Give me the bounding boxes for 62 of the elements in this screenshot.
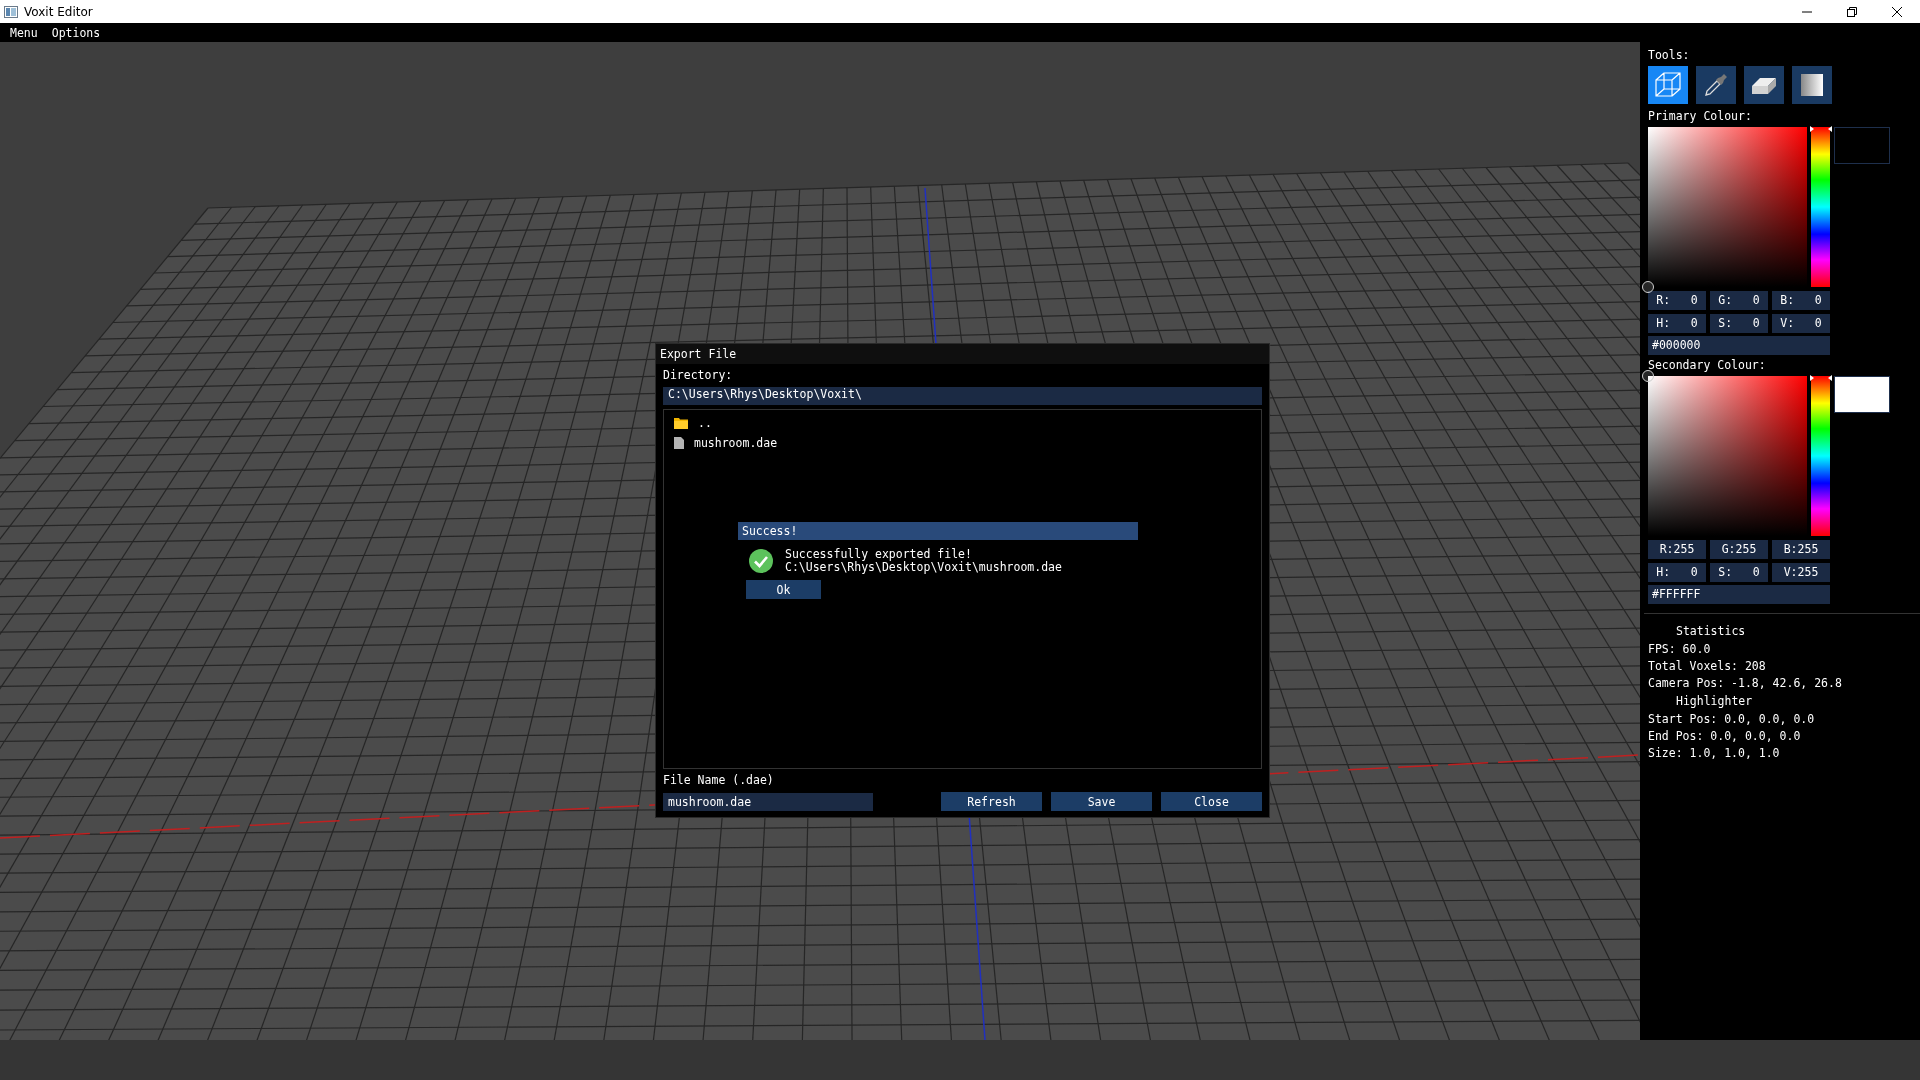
colour-label: Primary Colour: bbox=[1648, 109, 1753, 124]
menu-item[interactable]: Menu bbox=[10, 25, 38, 40]
file-entry[interactable]: mushroom.dae bbox=[670, 434, 1255, 451]
restore-icon[interactable] bbox=[1847, 6, 1857, 17]
directory-field[interactable]: C:\Users\Rhys\Desktop\Voxit\ bbox=[663, 387, 1262, 405]
channel-field[interactable]: S: 0 bbox=[1710, 563, 1768, 582]
3d-viewport[interactable]: Export File Directory: C:\Users\Rhys\Desktop\Voxit\ .. mushroom.dae Success! Successfully exported file! C:\Users\Rhys\Desktop\Voxit\mushroom.dae Ok File Name (.dae) mushroom.dae Refresh Save Close bbox=[0, 42, 1640, 1040]
hue-marker[interactable] bbox=[1810, 375, 1832, 381]
channel-field[interactable]: V: 0 bbox=[1772, 314, 1830, 333]
stat-line: Camera Pos: -1.8, 42.6, 26.8 bbox=[1648, 676, 1843, 690]
channel-field[interactable]: B: 0 bbox=[1772, 291, 1830, 310]
popup-title: Success! bbox=[738, 522, 1138, 540]
stat-line: Start Pos: 0.0, 0.0, 0.0 bbox=[1648, 712, 1816, 726]
channel-field[interactable]: H: 0 bbox=[1648, 314, 1706, 333]
file-name-field[interactable]: mushroom.dae bbox=[663, 792, 873, 811]
tools-label: Tools: bbox=[1648, 48, 1691, 63]
section-title: Highlighter bbox=[1675, 693, 1754, 709]
stat-line: Size: 1.0, 1.0, 1.0 bbox=[1648, 746, 1781, 760]
channel-field[interactable]: R: 0 bbox=[1648, 291, 1706, 310]
cube-icon bbox=[1655, 72, 1681, 98]
tool-button[interactable] bbox=[1744, 66, 1784, 104]
window-title: Voxit Editor bbox=[24, 4, 93, 19]
file-entry[interactable]: .. bbox=[670, 414, 1255, 431]
hue-slider[interactable] bbox=[1811, 127, 1830, 287]
tool-button[interactable] bbox=[1792, 66, 1832, 104]
stat-line: Total Voxels: 208 bbox=[1648, 659, 1767, 673]
file-icon bbox=[674, 436, 684, 449]
app-icon bbox=[4, 5, 18, 18]
directory-label: Directory: bbox=[663, 368, 734, 383]
menu-item[interactable]: Options bbox=[51, 25, 101, 40]
dialog-button[interactable]: Refresh bbox=[941, 792, 1042, 811]
channel-field[interactable]: G:255 bbox=[1710, 540, 1768, 559]
dialog-button[interactable]: Save bbox=[1051, 792, 1152, 811]
hue-slider[interactable] bbox=[1811, 376, 1830, 536]
colour-label: Secondary Colour: bbox=[1648, 358, 1767, 373]
stat-line: End Pos: 0.0, 0.0, 0.0 bbox=[1648, 729, 1802, 743]
colour-swatch bbox=[1834, 127, 1890, 164]
checkmark-icon bbox=[749, 549, 773, 573]
dialog-button[interactable]: Close bbox=[1161, 792, 1262, 811]
channel-field[interactable]: B:255 bbox=[1772, 540, 1830, 559]
hex-field[interactable]: #000000 bbox=[1648, 336, 1830, 355]
folder-icon bbox=[674, 416, 688, 429]
dialog-title: Export File bbox=[656, 344, 1269, 364]
tool-button[interactable] bbox=[1696, 66, 1736, 104]
channel-field[interactable]: R:255 bbox=[1648, 540, 1706, 559]
section-title: Statistics bbox=[1675, 623, 1747, 639]
channel-field[interactable]: S: 0 bbox=[1710, 314, 1768, 333]
gradient-icon bbox=[1799, 72, 1825, 98]
channel-field[interactable]: H: 0 bbox=[1648, 563, 1706, 582]
stat-line: FPS: 60.0 bbox=[1648, 642, 1712, 656]
colour-swatch bbox=[1834, 376, 1890, 413]
eyedropper-icon bbox=[1703, 72, 1729, 98]
hue-marker[interactable] bbox=[1810, 126, 1832, 132]
exported-path: C:\Users\Rhys\Desktop\Voxit\mushroom.dae bbox=[785, 561, 1062, 574]
ok-button[interactable]: Ok bbox=[746, 580, 821, 599]
success-message: Successfully exported file! bbox=[785, 548, 972, 561]
channel-field[interactable]: V:255 bbox=[1772, 563, 1830, 582]
file-name-label: File Name (.dae) bbox=[663, 773, 775, 788]
picker-cursor[interactable] bbox=[1642, 370, 1654, 382]
close-icon[interactable] bbox=[1892, 6, 1902, 17]
channel-field[interactable]: G: 0 bbox=[1710, 291, 1768, 310]
hex-field[interactable]: #FFFFFF bbox=[1648, 585, 1830, 604]
